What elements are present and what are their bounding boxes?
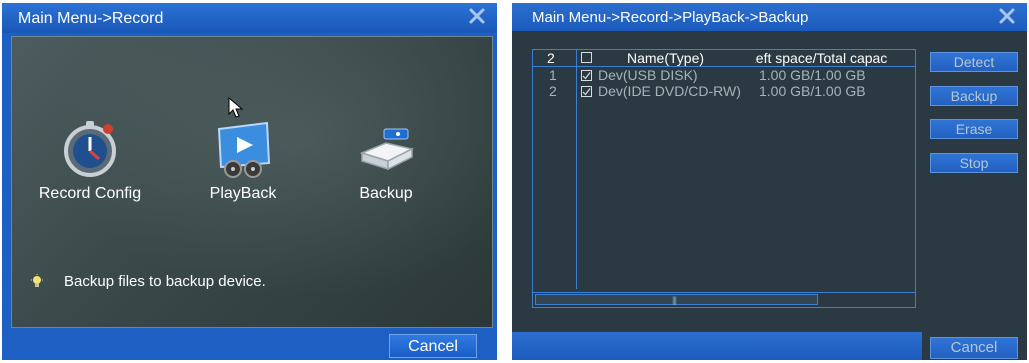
backup-window: Main Menu->Record->PlayBack->Backup 2 Na… bbox=[512, 3, 1027, 360]
record-menu-panel: Record Config PlayBack Backup Backup fil… bbox=[11, 36, 493, 328]
row-index: 1 bbox=[549, 67, 557, 83]
device-name: Dev(USB DISK) bbox=[598, 67, 698, 83]
table-row[interactable]: 2 Dev(IDE DVD/CD-RW) 1.00 GB/1.00 GB bbox=[533, 83, 915, 99]
scrollbar-thumb[interactable]: ||| bbox=[535, 294, 818, 305]
select-all-checkbox[interactable] bbox=[581, 52, 592, 63]
device-space: 1.00 GB/1.00 GB bbox=[759, 67, 866, 83]
backup-footer: Cancel bbox=[512, 332, 1027, 360]
device-space: 1.00 GB/1.00 GB bbox=[759, 83, 866, 99]
backup-label: Backup bbox=[359, 185, 413, 202]
device-name: Dev(IDE DVD/CD-RW) bbox=[598, 83, 741, 99]
window-title: Main Menu->Record->PlayBack->Backup bbox=[532, 9, 809, 26]
row-index: 2 bbox=[549, 83, 557, 99]
close-icon[interactable] bbox=[996, 5, 1018, 27]
row-checkbox[interactable] bbox=[581, 70, 592, 81]
stop-button[interactable]: Stop bbox=[930, 153, 1018, 173]
device-count: 2 bbox=[547, 50, 555, 66]
backup-button[interactable]: Backup bbox=[930, 86, 1018, 106]
record-config-button[interactable]: Record Config bbox=[30, 115, 150, 203]
cancel-button[interactable]: Cancel bbox=[930, 337, 1018, 359]
lightbulb-icon bbox=[30, 274, 44, 288]
grip-icon: ||| bbox=[672, 295, 677, 305]
backup-title-bar: Main Menu->Record->PlayBack->Backup bbox=[512, 3, 1027, 31]
horizontal-scrollbar[interactable]: ||| bbox=[533, 292, 915, 307]
hint-text-row: Backup files to backup device. bbox=[30, 273, 266, 290]
record-menu-window: Main Menu->Record Record Config PlayBack… bbox=[2, 3, 497, 360]
window-title: Main Menu->Record bbox=[18, 10, 164, 27]
table-row[interactable]: 1 Dev(USB DISK) 1.00 GB/1.00 GB bbox=[533, 67, 915, 83]
footer-bar bbox=[512, 332, 922, 360]
film-reel-icon bbox=[211, 115, 275, 179]
name-type-header: Name(Type) bbox=[627, 50, 705, 66]
record-config-label: Record Config bbox=[38, 185, 142, 202]
stopwatch-icon bbox=[58, 115, 122, 179]
record-menu-title-bar: Main Menu->Record bbox=[2, 3, 497, 33]
backup-panel: 2 Name(Type) Left space/Total capac 1 De… bbox=[512, 31, 1027, 332]
backup-drive-icon bbox=[354, 115, 418, 179]
playback-button[interactable]: PlayBack bbox=[183, 115, 303, 203]
record-menu-footer: Cancel bbox=[2, 329, 497, 360]
close-icon[interactable] bbox=[466, 5, 488, 27]
space-header: Left space/Total capac bbox=[755, 50, 888, 66]
cancel-button[interactable]: Cancel bbox=[389, 334, 477, 358]
erase-button[interactable]: Erase bbox=[930, 119, 1018, 139]
detect-button[interactable]: Detect bbox=[930, 52, 1018, 72]
device-table: 2 Name(Type) Left space/Total capac 1 De… bbox=[532, 49, 916, 308]
hint-text: Backup files to backup device. bbox=[64, 273, 266, 290]
playback-label: PlayBack bbox=[209, 185, 277, 202]
table-header: 2 Name(Type) Left space/Total capac bbox=[533, 50, 915, 67]
row-checkbox[interactable] bbox=[581, 86, 592, 97]
backup-button[interactable]: Backup bbox=[326, 115, 446, 203]
